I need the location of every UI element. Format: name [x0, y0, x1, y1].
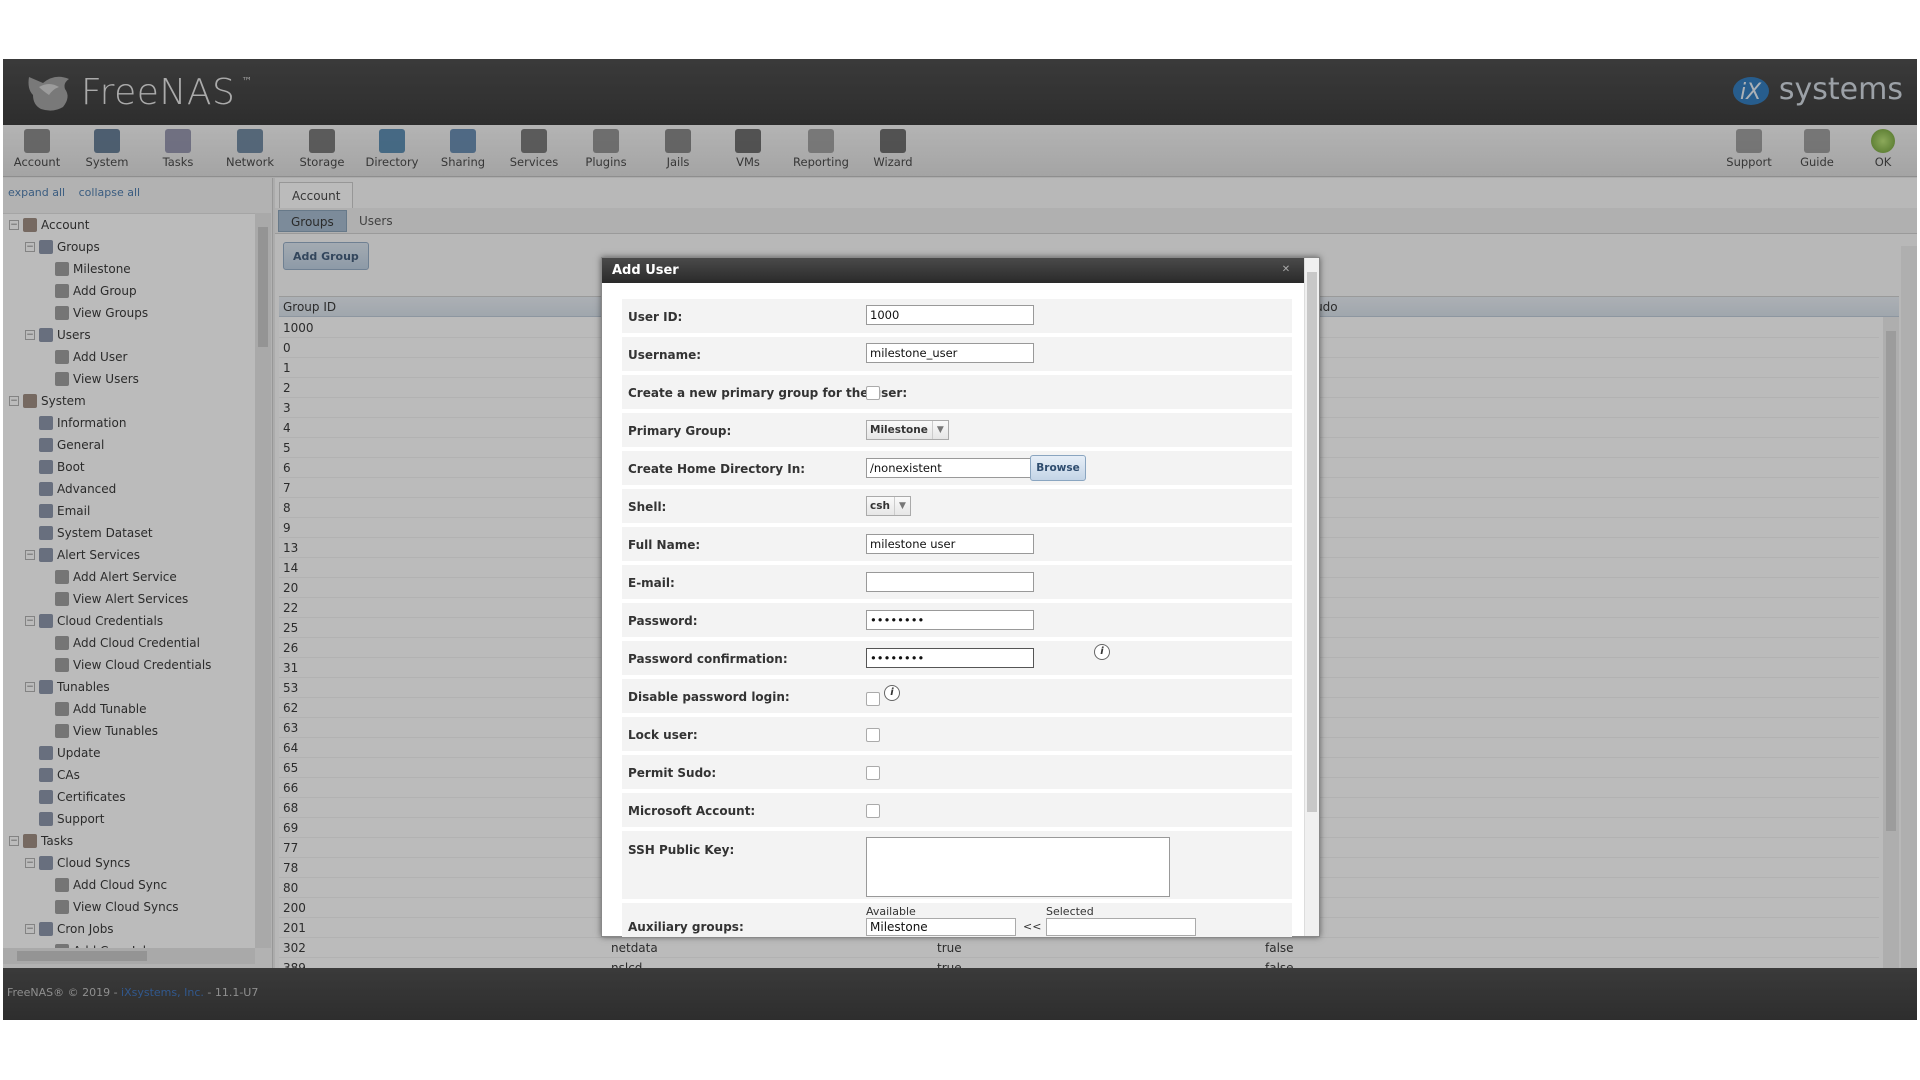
freenas-app: FreeNAS ™ iX systems Account System Tasks N…	[3, 59, 1917, 1020]
permit-sudo-checkbox[interactable]	[866, 766, 880, 780]
available-group-item[interactable]: Milestone	[870, 920, 928, 934]
full-name-row: Full Name:	[622, 527, 1292, 563]
password-confirm-row: Password confirmation: •••••••• i	[622, 641, 1292, 677]
email-label: E-mail:	[628, 576, 675, 590]
username-label: Username:	[628, 348, 702, 362]
selected-groups-list[interactable]	[1046, 918, 1196, 936]
home-dir-label: Create Home Directory In:	[628, 462, 806, 476]
password-row: Password: ••••••••	[622, 603, 1292, 639]
password-confirm-input[interactable]: ••••••••	[866, 648, 1034, 668]
username-row: Username:	[622, 337, 1292, 373]
primary-group-value: Milestone	[870, 424, 928, 436]
permit-sudo-label: Permit Sudo:	[628, 766, 717, 780]
shell-row: Shell: csh ▼	[622, 489, 1292, 525]
chevron-down-icon: ▼	[931, 421, 948, 439]
ssh-key-row: SSH Public Key:	[622, 831, 1292, 901]
available-label: Available	[866, 905, 916, 918]
primary-group-row: Primary Group: Milestone ▼	[622, 413, 1292, 449]
shell-value: csh	[870, 500, 890, 512]
username-input[interactable]	[866, 343, 1034, 363]
disable-password-checkbox[interactable]	[866, 692, 880, 706]
chevron-down-icon: ▼	[893, 497, 910, 515]
info-icon[interactable]: i	[884, 685, 900, 701]
close-icon[interactable]: ✕	[1279, 263, 1293, 277]
password-input[interactable]: ••••••••	[866, 610, 1034, 630]
user-id-label: User ID:	[628, 310, 683, 324]
dialog-title: Add User	[602, 258, 1319, 283]
selected-label: Selected	[1046, 905, 1094, 918]
info-icon[interactable]: i	[1094, 644, 1110, 660]
available-groups-list[interactable]: Milestone	[866, 918, 1016, 936]
aux-groups-row: Auxiliary groups: Available Selected Mil…	[622, 903, 1292, 937]
home-dir-input[interactable]	[866, 458, 1034, 478]
shell-select[interactable]: csh ▼	[866, 496, 911, 516]
disable-password-label: Disable password login:	[628, 690, 790, 704]
home-dir-row: Create Home Directory In: Browse	[622, 451, 1292, 487]
move-left-button[interactable]: <<	[1023, 920, 1041, 933]
full-name-input[interactable]	[866, 534, 1034, 554]
lock-user-checkbox[interactable]	[866, 728, 880, 742]
permit-sudo-row: Permit Sudo:	[622, 755, 1292, 791]
shell-label: Shell:	[628, 500, 667, 514]
password-label: Password:	[628, 614, 698, 628]
full-name-label: Full Name:	[628, 538, 701, 552]
disable-password-row: Disable password login: i	[622, 679, 1292, 715]
dialog-form: User ID: Username: Create a new primary …	[602, 283, 1304, 937]
email-row: E-mail:	[622, 565, 1292, 601]
create-group-checkbox[interactable]	[866, 386, 880, 400]
aux-groups-label: Auxiliary groups:	[628, 920, 744, 934]
user-id-input[interactable]	[866, 305, 1034, 325]
microsoft-account-row: Microsoft Account:	[622, 793, 1292, 829]
primary-group-label: Primary Group:	[628, 424, 732, 438]
user-id-row: User ID:	[622, 299, 1292, 335]
dialog-vertical-scrollbar[interactable]	[1304, 258, 1319, 936]
primary-group-select[interactable]: Milestone ▼	[866, 420, 949, 440]
create-group-row: Create a new primary group for the user:	[622, 375, 1292, 411]
add-user-dialog: Add User ✕ User ID: Username: Create a n…	[601, 257, 1320, 937]
password-confirm-label: Password confirmation:	[628, 652, 788, 666]
microsoft-account-label: Microsoft Account:	[628, 804, 756, 818]
ssh-key-textarea[interactable]	[866, 837, 1170, 897]
scrollbar-thumb[interactable]	[1307, 272, 1317, 812]
lock-user-row: Lock user:	[622, 717, 1292, 753]
email-input[interactable]	[866, 572, 1034, 592]
lock-user-label: Lock user:	[628, 728, 698, 742]
microsoft-account-checkbox[interactable]	[866, 804, 880, 818]
browse-button[interactable]: Browse	[1030, 455, 1086, 481]
ssh-key-label: SSH Public Key:	[628, 843, 735, 857]
